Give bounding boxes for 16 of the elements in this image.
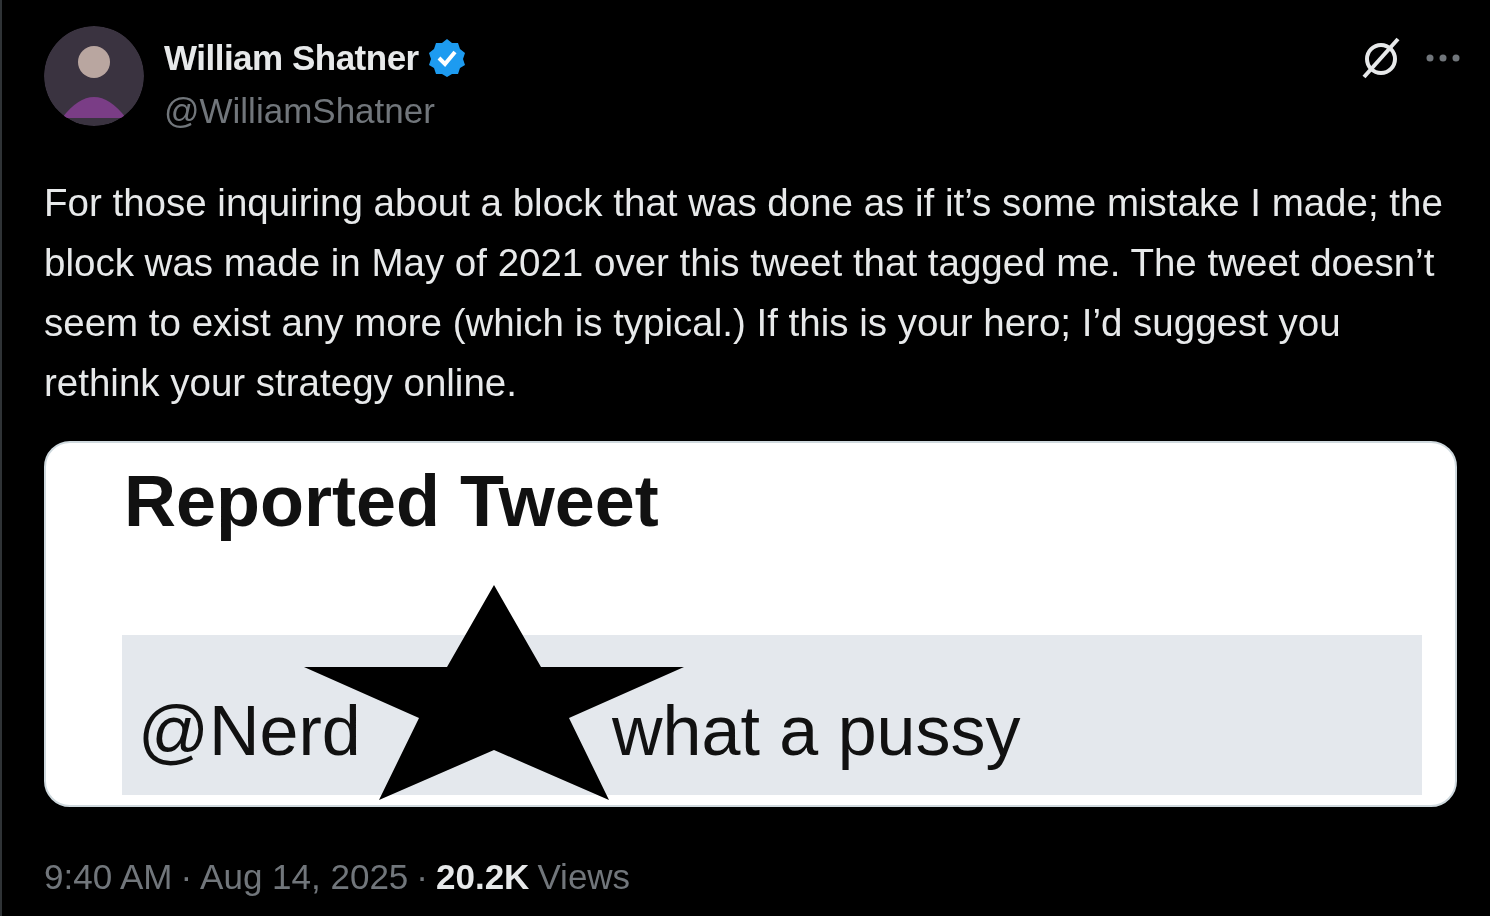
attached-image[interactable]: Reported Tweet @Nerd what a pussy — [44, 441, 1457, 807]
avatar[interactable] — [44, 26, 144, 126]
slashed-circle-icon[interactable] — [1360, 36, 1402, 80]
tweet-date[interactable]: Aug 14, 2025 — [200, 851, 409, 904]
author-handle[interactable]: @WilliamShatner — [164, 84, 1344, 137]
author-name[interactable]: William Shatner — [164, 32, 419, 85]
views-label: Views — [537, 856, 631, 898]
more-icon[interactable] — [1426, 54, 1460, 62]
separator-dot: · — [180, 856, 193, 898]
tweet-text: For those inquiring about a block that was done as if it’s some mistake I made; the block was made in May of 2021 over this tweet that tagged me. The tweet doesn’t seem to exist any more (which is typical.) If this is your hero; I’d suggest you rethink your strategy online. — [44, 180, 1444, 406]
mention-text: @Nerd — [138, 691, 361, 772]
tweet-time[interactable]: 9:40 AM — [44, 851, 173, 904]
reply-text: what a pussy — [612, 691, 1021, 772]
image-heading: Reported Tweet — [124, 460, 659, 543]
views-count: 20.2K — [436, 856, 530, 898]
separator-dot: · — [416, 856, 428, 898]
